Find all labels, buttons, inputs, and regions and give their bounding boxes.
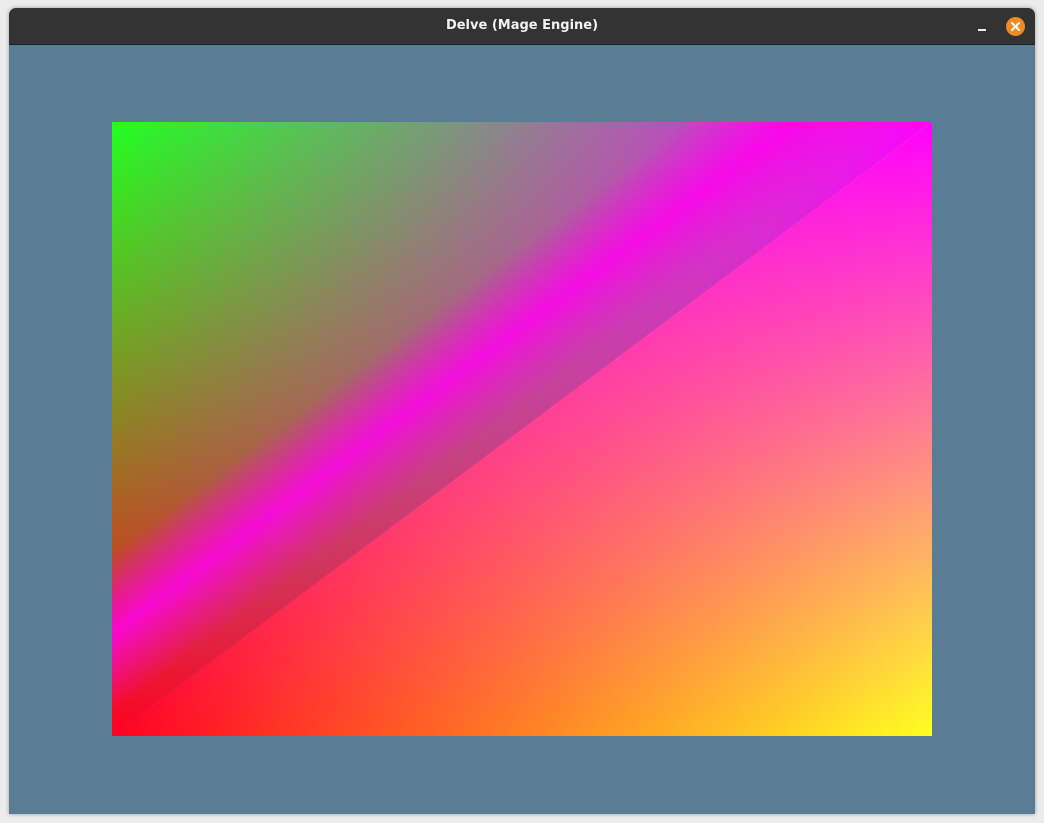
render-area[interactable] <box>9 45 1035 814</box>
minimize-button[interactable] <box>972 16 992 36</box>
gradient-quad <box>112 122 932 736</box>
close-button[interactable] <box>1006 17 1025 36</box>
title-bar[interactable]: Delve (Mage Engine) <box>9 8 1035 45</box>
window-title: Delve (Mage Engine) <box>445 18 599 33</box>
app-window: Delve (Mage Engine) <box>9 8 1035 814</box>
diagonal-seam <box>112 122 932 736</box>
close-icon <box>1011 22 1020 31</box>
gradient-quad-canvas <box>112 122 932 736</box>
minimize-icon <box>978 29 986 31</box>
